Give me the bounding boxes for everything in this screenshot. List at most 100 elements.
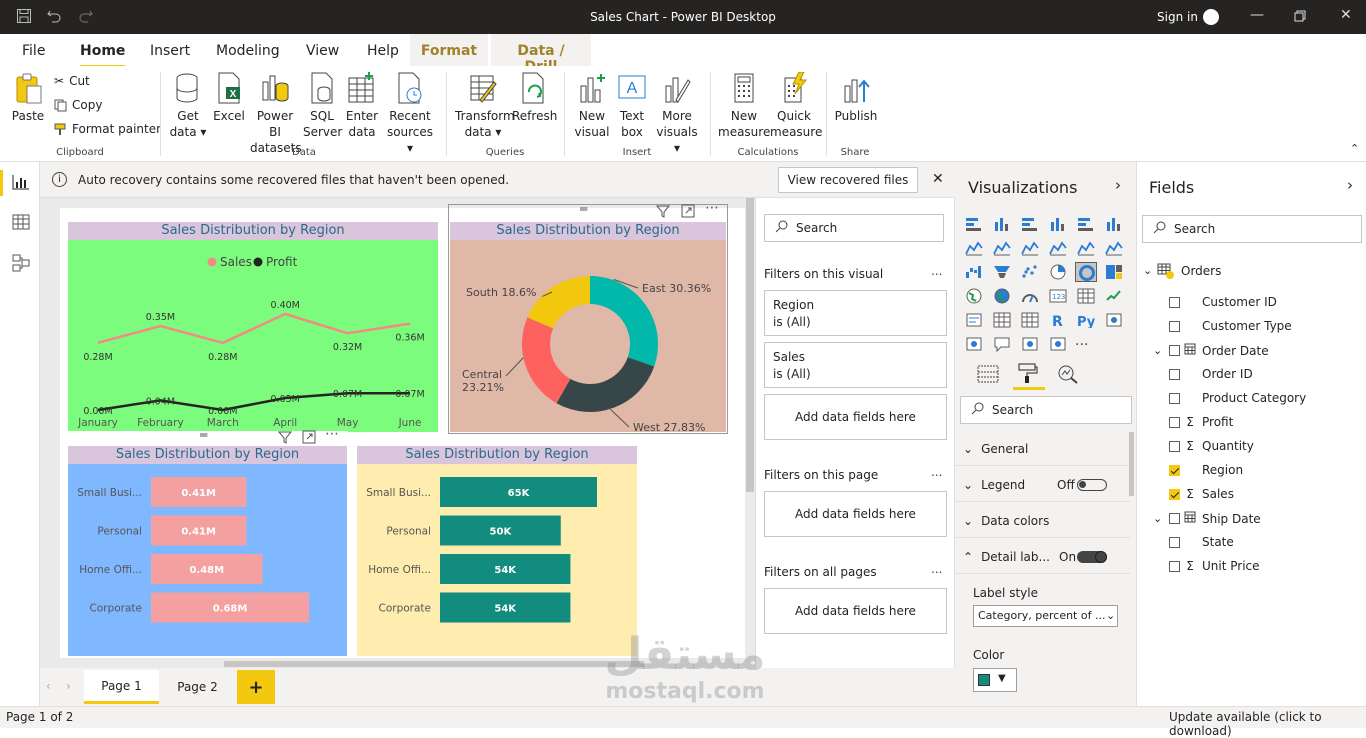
bar-chart-visual-1[interactable]: Sales Distribution by Region Small Busi.… xyxy=(68,446,347,656)
chevron-right-icon[interactable]: › xyxy=(1347,176,1353,194)
field-item[interactable]: Order ID xyxy=(1153,367,1253,381)
tab-modeling[interactable]: Modeling xyxy=(216,43,280,59)
format-section-detail-labels[interactable]: ⌃ Detail lab... On xyxy=(955,540,1130,574)
tab-home[interactable]: Home xyxy=(80,43,126,68)
canvas-horizontal-scrollbar[interactable] xyxy=(224,661,644,667)
clustered-bar-visual-icon[interactable] xyxy=(1019,214,1041,234)
field-checkbox[interactable] xyxy=(1169,320,1180,332)
filter-icon[interactable] xyxy=(277,430,293,447)
table-visual-icon[interactable] xyxy=(991,310,1013,330)
paginated-visual-icon[interactable] xyxy=(1047,334,1069,354)
field-item[interactable]: ⌄ Order Date xyxy=(1153,343,1269,358)
detail-labels-toggle[interactable] xyxy=(1077,551,1107,563)
quick-measure-button[interactable]: Quick measure xyxy=(770,72,822,140)
stacked-column-visual-icon[interactable] xyxy=(991,214,1013,234)
power-bi-datasets-button[interactable]: Power BI datasets xyxy=(250,72,302,156)
excel-button[interactable]: X Excel xyxy=(212,72,246,124)
view-recovered-files-button[interactable]: View recovered files xyxy=(778,167,918,193)
gauge-visual-icon[interactable] xyxy=(1019,286,1041,306)
bar-chart-visual-2[interactable]: Sales Distribution by Region Small Busi.… xyxy=(357,446,637,656)
100-bar-visual-icon[interactable] xyxy=(1075,214,1097,234)
chevron-right-icon[interactable]: › xyxy=(66,679,71,693)
transform-data-button[interactable]: Transform data ▾ xyxy=(455,72,515,140)
region-filter-card[interactable]: Region is (All) xyxy=(764,290,947,336)
color-picker[interactable]: ▼ xyxy=(973,668,1017,692)
tab-file[interactable]: File xyxy=(22,43,45,59)
decomposition-visual-icon[interactable] xyxy=(963,334,985,354)
canvas-vertical-scrollbar[interactable] xyxy=(746,198,754,492)
chevron-down-icon[interactable]: ⌄ xyxy=(1153,512,1169,525)
field-checkbox[interactable] xyxy=(1169,536,1180,548)
donut-visual-icon[interactable] xyxy=(1075,262,1097,282)
copy-button[interactable]: Copy xyxy=(54,98,102,112)
field-item[interactable]: Product Category xyxy=(1153,391,1306,405)
more-options-icon[interactable]: ... xyxy=(931,264,942,278)
treemap-visual-icon[interactable] xyxy=(1103,262,1125,282)
format-painter-button[interactable]: Format painter xyxy=(54,122,161,136)
field-checkbox[interactable] xyxy=(1169,513,1180,524)
sales-filter-card[interactable]: Sales is (All) xyxy=(764,342,947,388)
filters-search-box[interactable]: Search xyxy=(764,214,944,242)
refresh-button[interactable]: Refresh xyxy=(512,72,557,124)
slicer-visual-icon[interactable] xyxy=(963,310,985,330)
format-section-data-colors[interactable]: ⌄ Data colors xyxy=(955,504,1130,538)
field-item[interactable]: ⌄ Ship Date xyxy=(1153,511,1261,526)
field-checkbox[interactable] xyxy=(1169,345,1180,356)
close-icon[interactable]: ✕ xyxy=(1340,7,1352,23)
paint-roller-icon[interactable] xyxy=(1017,362,1039,387)
recent-sources-button[interactable]: Recent sources ▾ xyxy=(384,72,436,156)
add-report-fields-drop-zone[interactable]: Add data fields here xyxy=(764,588,947,634)
dismiss-icon[interactable]: ✕ xyxy=(932,171,944,187)
format-search-box[interactable]: Search xyxy=(960,396,1132,424)
add-visual-fields-drop-zone[interactable]: Add data fields here xyxy=(764,394,947,440)
chevron-left-icon[interactable]: ‹ xyxy=(46,679,51,693)
focus-mode-icon[interactable] xyxy=(302,430,316,447)
format-pane-scrollbar[interactable] xyxy=(1129,432,1134,496)
add-page-button[interactable]: + xyxy=(237,670,275,704)
donut-chart-visual[interactable]: Sales Distribution by Region East 30.36%… xyxy=(450,222,726,432)
tab-view[interactable]: View xyxy=(306,43,339,59)
tab-insert[interactable]: Insert xyxy=(150,43,190,59)
card-visual-icon[interactable]: 123 xyxy=(1047,286,1069,306)
data-view-icon[interactable] xyxy=(12,214,30,233)
field-item[interactable]: Region xyxy=(1153,463,1243,477)
more-visuals-icon[interactable]: ... xyxy=(1075,333,1088,349)
chevron-right-icon[interactable]: › xyxy=(1115,176,1121,194)
field-checkbox[interactable] xyxy=(1169,368,1180,380)
chevron-down-icon[interactable]: ⌄ xyxy=(1153,344,1169,357)
avatar[interactable] xyxy=(1203,9,1219,25)
get-data-button[interactable]: Get data ▾ xyxy=(166,72,210,140)
funnel-visual-icon[interactable] xyxy=(991,262,1013,282)
field-item[interactable]: Customer ID xyxy=(1153,295,1277,309)
field-checkbox[interactable] xyxy=(1169,488,1180,500)
multi-row-card-visual-icon[interactable] xyxy=(1075,286,1097,306)
smart-narrative-visual-icon[interactable] xyxy=(1019,334,1041,354)
stacked-area-visual-icon[interactable] xyxy=(1019,238,1041,258)
sql-server-button[interactable]: SQL Server xyxy=(303,72,342,140)
field-item[interactable]: Σ Unit Price xyxy=(1153,559,1260,573)
matrix-visual-icon[interactable] xyxy=(1019,310,1041,330)
more-visuals-button[interactable]: More visuals ▾ xyxy=(652,72,702,156)
line-chart-visual[interactable]: Sales Distribution by Region Sales Profit… xyxy=(68,222,438,432)
r-script-visual-icon[interactable]: R xyxy=(1047,310,1069,330)
drag-handle-icon[interactable]: ═ xyxy=(200,428,207,442)
field-item[interactable]: Customer Type xyxy=(1153,319,1292,333)
line-column-visual-icon[interactable] xyxy=(1047,238,1069,258)
label-style-dropdown[interactable]: Category, percent of ... ⌄ xyxy=(973,605,1118,627)
field-checkbox[interactable] xyxy=(1169,392,1180,404)
add-page-fields-drop-zone[interactable]: Add data fields here xyxy=(764,491,947,537)
text-box-button[interactable]: A Text box xyxy=(614,72,650,140)
clustered-column-visual-icon[interactable] xyxy=(1047,214,1069,234)
publish-button[interactable]: Publish xyxy=(834,72,878,124)
field-item[interactable]: Σ Quantity xyxy=(1153,439,1254,453)
field-item[interactable]: State xyxy=(1153,535,1234,549)
collapse-ribbon-icon[interactable]: ⌃ xyxy=(1350,142,1359,155)
page-tab-1[interactable]: Page 1 xyxy=(84,670,159,704)
area-visual-icon[interactable] xyxy=(991,238,1013,258)
ribbon-visual-icon[interactable] xyxy=(1103,238,1125,258)
cut-button[interactable]: ✂ Cut xyxy=(54,74,90,88)
page-tab-2[interactable]: Page 2 xyxy=(160,670,235,704)
map-visual-icon[interactable] xyxy=(963,286,985,306)
line-visual-icon[interactable] xyxy=(963,238,985,258)
kpi-visual-icon[interactable] xyxy=(1103,286,1125,306)
